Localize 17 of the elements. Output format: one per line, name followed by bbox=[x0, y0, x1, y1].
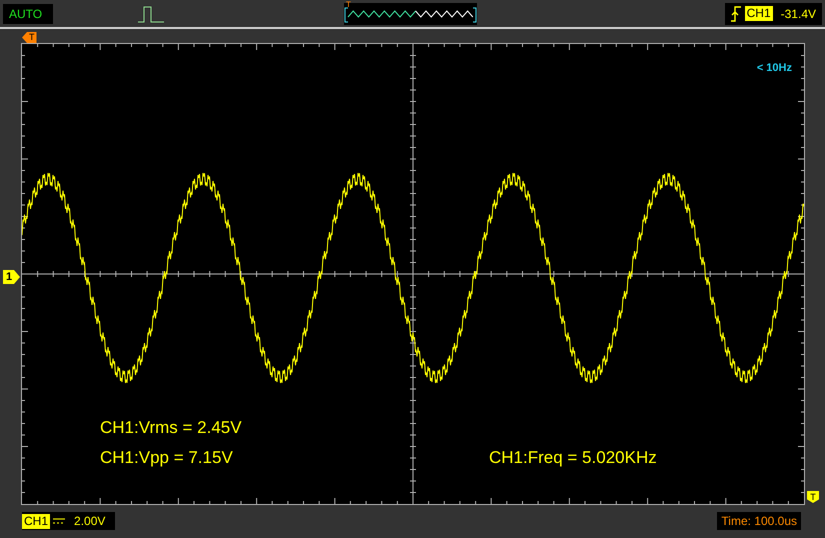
channel-marker[interactable]: 1 bbox=[3, 270, 20, 284]
measurement-readout: CH1:Vpp = 7.15V bbox=[100, 448, 233, 468]
measurement-readout: CH1:Vrms = 2.45V bbox=[100, 418, 242, 438]
rising-edge-icon bbox=[730, 6, 741, 22]
mode-label: AUTO bbox=[3, 4, 53, 24]
trigger-level: -31.4V bbox=[780, 6, 816, 20]
timebase: Time: 100.0us bbox=[717, 512, 801, 530]
level-marker[interactable]: T bbox=[807, 491, 819, 503]
volts-per-division: 2.00V bbox=[74, 514, 106, 528]
channel-label: CH1 bbox=[744, 6, 773, 21]
measurement-readout: CH1:Freq = 5.020KHz bbox=[489, 448, 657, 468]
channel-label: CH1 bbox=[22, 514, 50, 528]
pulse-icon bbox=[138, 4, 164, 22]
coupling-icon bbox=[53, 517, 66, 525]
trigger-marker: T bbox=[346, 0, 351, 8]
time-marker[interactable]: T bbox=[22, 32, 36, 43]
frequency-note: < 10Hz bbox=[756, 62, 792, 74]
